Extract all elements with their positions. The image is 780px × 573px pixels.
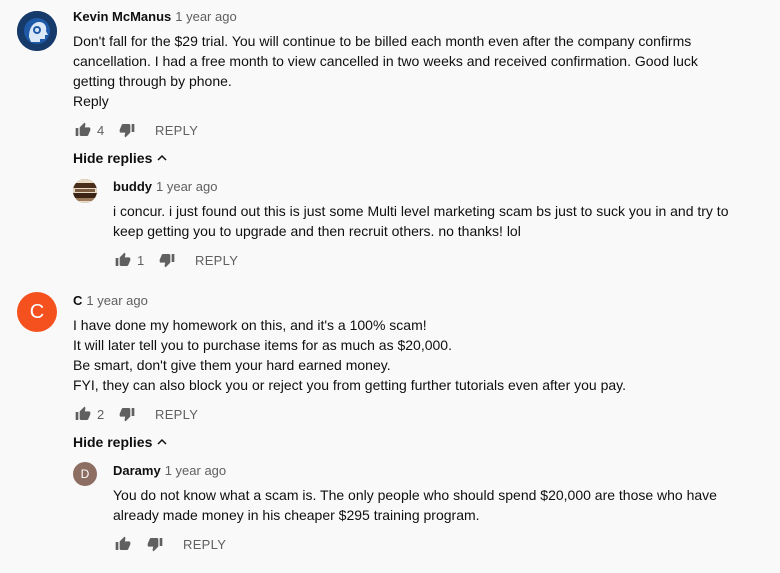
thumbs-up-icon <box>115 536 131 550</box>
comment-text-line: Be smart, don't give them your hard earn… <box>73 357 391 373</box>
reply-timestamp[interactable]: 1 year ago <box>156 179 217 194</box>
like-button[interactable] <box>113 534 133 554</box>
dislike-button[interactable] <box>145 534 165 554</box>
reply-avatar[interactable]: D <box>73 462 97 486</box>
avatar[interactable]: C <box>17 292 57 332</box>
reply-button[interactable]: REPLY <box>183 537 226 552</box>
like-button[interactable] <box>73 120 93 140</box>
comment-timestamp[interactable]: 1 year ago <box>175 9 236 24</box>
thumbs-up-icon <box>75 406 91 420</box>
reply-header: Daramy 1 year ago <box>113 462 226 480</box>
reply-text-line: You do not know what a scam is. The only… <box>113 487 717 503</box>
reply-text-line: i concur. i just found out this is just … <box>113 203 729 219</box>
reply-link[interactable]: Reply <box>73 91 109 111</box>
comment-actions: 4 REPLY <box>73 119 198 141</box>
author-name[interactable]: C <box>73 293 82 308</box>
avatar[interactable] <box>17 11 57 51</box>
reply-text: i concur. i just found out this is just … <box>113 201 729 241</box>
chevron-up-icon <box>157 154 167 161</box>
reply-button[interactable]: REPLY <box>155 123 198 138</box>
reply-header: buddy 1 year ago <box>113 178 217 196</box>
dislike-button[interactable] <box>117 404 137 424</box>
comment-text: Don't fall for the $29 trial. You will c… <box>73 31 698 91</box>
like-count: 2 <box>97 406 105 422</box>
reply-avatar[interactable] <box>73 179 97 203</box>
comment-text: I have done my homework on this, and it'… <box>73 315 626 395</box>
author-name[interactable]: Daramy <box>113 463 161 478</box>
reply-text-line: already made money in his cheaper $295 t… <box>113 507 480 523</box>
avatar-image <box>73 179 97 203</box>
comment-header: Kevin McManus 1 year ago <box>73 8 237 26</box>
reply-text-line: keep getting you to upgrade and then rec… <box>113 223 521 239</box>
like-count: 1 <box>137 252 145 268</box>
comment-text-line: Don't fall for the $29 trial. You will c… <box>73 33 692 49</box>
dislike-button[interactable] <box>157 250 177 270</box>
avatar-image <box>17 11 57 51</box>
author-name[interactable]: buddy <box>113 179 152 194</box>
thumbs-down-icon <box>119 408 135 422</box>
avatar-letter: D <box>80 467 90 481</box>
like-button[interactable] <box>73 404 93 424</box>
comment-text-line: It will later tell you to purchase items… <box>73 337 452 353</box>
thumbs-down-icon <box>147 538 163 552</box>
thumbs-down-icon <box>119 124 135 138</box>
like-button[interactable] <box>113 250 133 270</box>
comment-header: C 1 year ago <box>73 292 148 310</box>
comment-text-line: cancellation. I had a free month to view… <box>73 53 698 69</box>
thumbs-up-icon <box>75 122 91 136</box>
hide-replies-button[interactable]: Hide replies <box>73 434 168 450</box>
reply-timestamp[interactable]: 1 year ago <box>165 463 226 478</box>
chevron-up-icon <box>157 438 167 445</box>
reply-text: You do not know what a scam is. The only… <box>113 485 717 525</box>
comment-timestamp[interactable]: 1 year ago <box>86 293 147 308</box>
dislike-button[interactable] <box>117 120 137 140</box>
hide-replies-label: Hide replies <box>73 150 153 166</box>
author-name[interactable]: Kevin McManus <box>73 9 171 24</box>
like-count: 4 <box>97 122 105 138</box>
reply-button[interactable]: REPLY <box>195 253 238 268</box>
hide-replies-label: Hide replies <box>73 434 153 450</box>
comment-actions: 2 REPLY <box>73 403 198 425</box>
hide-replies-button[interactable]: Hide replies <box>73 150 168 166</box>
reply-actions: REPLY <box>113 533 226 555</box>
comment-text-line: getting through by phone. <box>73 73 232 89</box>
comment-text-line: FYI, they can also block you or reject y… <box>73 377 627 393</box>
avatar-letter: C <box>29 301 45 323</box>
thumbs-down-icon <box>159 254 175 268</box>
comment-text-line: I have done my homework on this, and it'… <box>73 317 427 333</box>
thumbs-up-icon <box>115 252 131 266</box>
reply-actions: 1 REPLY <box>113 249 238 271</box>
reply-button[interactable]: REPLY <box>155 407 198 422</box>
